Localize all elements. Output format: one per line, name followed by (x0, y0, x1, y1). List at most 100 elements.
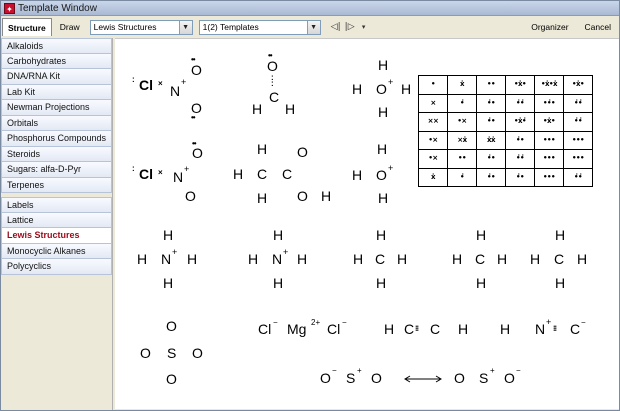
atom-o-left-2: O (454, 370, 465, 386)
dot-table-cell[interactable]: •̇• (476, 112, 506, 132)
atom-h-left: H (137, 251, 148, 267)
charge-plus-2: + (490, 366, 495, 375)
sidebar-item-lattice[interactable]: Lattice (1, 212, 112, 228)
dot-table-cell[interactable]: ••• (563, 130, 593, 150)
dot-table-cell[interactable]: •× (418, 149, 448, 169)
chevron-down-icon[interactable]: ▼ (178, 20, 192, 34)
charge-plus: + (184, 164, 190, 174)
dot-table-cell[interactable]: •ẋ• (563, 75, 593, 95)
atom-c1: C (257, 166, 268, 182)
dot-table-cell[interactable]: •̇•̇ (563, 112, 593, 132)
dot-table-cell[interactable]: • (418, 75, 448, 95)
sidebar-item-polycyclics[interactable]: Polycyclics (1, 259, 112, 275)
sidebar-item-carbohydrates[interactable]: Carbohydrates (1, 53, 112, 69)
dot-table-cell[interactable]: •̇•̇ (505, 93, 535, 113)
dot-table-cell[interactable]: •̇• (505, 130, 535, 150)
atom-h-left: H (384, 321, 395, 337)
dot-table-cell[interactable]: •ẋ•ẋ (534, 75, 564, 95)
dot-table-cell[interactable]: •̇•̇ (563, 93, 593, 113)
sidebar-item-alkaloids[interactable]: Alkaloids (1, 38, 112, 54)
atom-h-right: H (577, 251, 588, 267)
lone-pair: •• (268, 51, 273, 60)
atom-o-double: O (297, 144, 308, 160)
dropdown-small-icon[interactable]: ▾ (357, 20, 371, 34)
dot-table-cell[interactable]: ••• (563, 149, 593, 169)
charge-plus: + (546, 317, 552, 327)
sidebar-item-labels[interactable]: Labels (1, 197, 112, 213)
atom-cl-right: Cl (327, 321, 341, 337)
atom-h-top: H (273, 227, 284, 243)
category-sidebar: Alkaloids Carbohydrates DNA/RNA Kit Lab … (1, 38, 113, 410)
atom-h-right: H (187, 251, 198, 267)
atom-n: N (173, 169, 184, 185)
dot-table-cell[interactable]: × (418, 93, 448, 113)
dot-table-row: ×× •× •̇• •ẋ•̇ •ẋ• •̇•̇ (418, 112, 593, 132)
dot-table-cell[interactable]: •̇ (447, 93, 477, 113)
charge-minus-2: − (516, 366, 521, 375)
atom-n: N (272, 251, 283, 267)
charge-plus: + (388, 163, 394, 173)
sidebar-item-monocyclic-alkanes[interactable]: Monocyclic Alkanes (1, 243, 112, 259)
sidebar-item-terpenes[interactable]: Terpenes (1, 177, 112, 193)
sidebar-item-steroids[interactable]: Steroids (1, 146, 112, 162)
sidebar-item-lewis-structures[interactable]: Lewis Structures (1, 228, 112, 244)
lone-pair: : (132, 164, 135, 173)
dot-table-cell[interactable]: ••• (534, 167, 564, 187)
category-select[interactable]: Lewis Structures ▼ (89, 19, 193, 35)
template-select-value: 1(2) Templates (202, 22, 259, 32)
dot-table-cell[interactable]: •̇• (476, 149, 506, 169)
sidebar-item-newman-projections[interactable]: Newman Projections (1, 100, 112, 116)
dot-table-cell[interactable]: ẋ (447, 75, 477, 95)
dot-table-cell[interactable]: •̇• (505, 167, 535, 187)
dot-table-cell[interactable]: •• (476, 75, 506, 95)
dot-table-cell[interactable]: •̇• (476, 167, 506, 187)
dot-table-cell[interactable]: •̇•̇ (505, 149, 535, 169)
atom-h-bottom: H (476, 275, 487, 291)
dot-table-cell[interactable]: ••• (534, 130, 564, 150)
lone-pair: •• (192, 139, 197, 148)
dot-table-cell[interactable]: •• (447, 149, 477, 169)
organizer-button[interactable]: Organizer (523, 22, 576, 32)
dot-table-cell[interactable]: ẋ (418, 167, 448, 187)
atom-o-bottom: O (166, 371, 177, 387)
sidebar-item-orbitals[interactable]: Orbitals (1, 115, 112, 131)
atom-h-right: H (458, 321, 469, 337)
atom-h-top: H (555, 227, 566, 243)
atom-h-bottom: H (273, 275, 284, 291)
atom-c: C (554, 251, 565, 267)
template-select[interactable]: 1(2) Templates ▼ (198, 19, 321, 35)
dot-table-cell[interactable]: •̇• (476, 93, 506, 113)
dot-table-cell[interactable]: ••̇• (534, 93, 564, 113)
dot-table-cell[interactable]: •ẋ• (505, 75, 535, 95)
atom-c1: C (404, 321, 415, 337)
atom-c2: C (282, 166, 293, 182)
dot-table-cell[interactable]: •ẋ•̇ (505, 112, 535, 132)
atom-o-left: O (320, 370, 331, 386)
dot-table-cell[interactable]: •× (447, 112, 477, 132)
sidebar-item-lab-kit[interactable]: Lab Kit (1, 84, 112, 100)
atom-h-bottom: H (555, 275, 566, 291)
align-left-icon[interactable]: ◁| (329, 20, 343, 34)
dot-table-cell[interactable]: ×ẋ (447, 130, 477, 150)
sidebar-item-sugars[interactable]: Sugars: alfa-D-Pyr (1, 162, 112, 178)
sidebar-item-dna-rna-kit[interactable]: DNA/RNA Kit (1, 69, 112, 85)
chevron-down-icon[interactable]: ▼ (306, 20, 320, 34)
tab-draw[interactable]: Draw (52, 18, 88, 36)
atom-h-left: H (248, 251, 259, 267)
dot-table-row: • ẋ •• •ẋ• •ẋ•ẋ •ẋ• (418, 75, 593, 95)
dot-table-cell[interactable]: •ẋ• (534, 112, 564, 132)
tab-structure[interactable]: Structure (2, 18, 52, 36)
atom-s: S (167, 345, 177, 361)
dot-table-cell[interactable]: •̇ (447, 167, 477, 187)
dot-table-cell[interactable]: ••• (534, 149, 564, 169)
atom-h-bottom: H (378, 190, 389, 206)
atom-c: C (375, 251, 386, 267)
dot-table-cell[interactable]: ×× (418, 112, 448, 132)
dot-table-cell[interactable]: •̇•̇ (563, 167, 593, 187)
align-right-icon[interactable]: |▷ (343, 20, 357, 34)
dot-table-cell[interactable]: ẋẋ (476, 130, 506, 150)
sidebar-item-phosphorus-compounds[interactable]: Phosphorus Compounds (1, 131, 112, 147)
atom-h-top: H (378, 57, 389, 73)
dot-table-cell[interactable]: •× (418, 130, 448, 150)
cancel-button[interactable]: Cancel (577, 22, 619, 32)
